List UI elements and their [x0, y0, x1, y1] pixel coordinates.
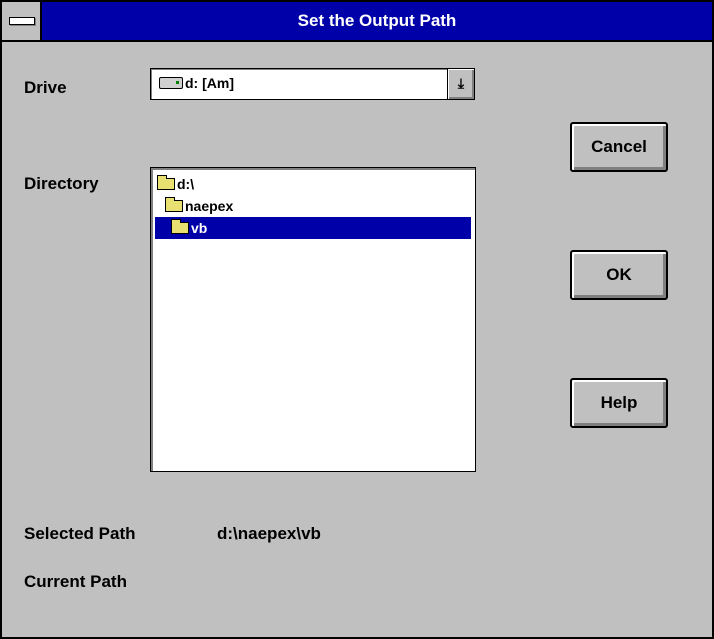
hard-drive-icon	[159, 77, 183, 89]
system-menu-icon	[9, 17, 35, 25]
drive-value-container: d: [Am]	[159, 75, 234, 91]
directory-item-naepex[interactable]: naepex	[165, 195, 471, 217]
arrow-down-icon: ⤓	[457, 75, 465, 91]
directory-item-label: vb	[191, 220, 208, 236]
current-path-label: Current Path	[24, 572, 127, 591]
drive-select[interactable]: d: [Am] ⤓	[150, 68, 475, 100]
drive-dropdown-button[interactable]: ⤓	[447, 69, 474, 99]
folder-open-icon	[157, 175, 175, 190]
drive-value: d: [Am]	[185, 75, 234, 91]
directory-list[interactable]: d:\ naepex vb	[150, 167, 476, 472]
dialog-title: Set the Output Path	[297, 11, 457, 30]
title-bar: Set the Output Path	[2, 2, 712, 42]
selected-path-label: Selected Path	[24, 524, 136, 543]
directory-item-label: naepex	[185, 198, 234, 214]
folder-open-icon	[171, 219, 189, 234]
folder-open-icon	[165, 197, 183, 212]
help-button[interactable]: Help	[570, 378, 668, 428]
drive-label: Drive	[24, 78, 67, 97]
directory-label: Directory	[24, 174, 99, 193]
selected-path-value: d:\naepex\vb	[217, 524, 321, 543]
directory-item-label: d:\	[177, 176, 195, 192]
system-menu-button[interactable]	[2, 2, 42, 40]
output-path-dialog: Set the Output Path Drive d: [Am] ⤓ Dire…	[0, 0, 714, 639]
ok-button[interactable]: OK	[570, 250, 668, 300]
directory-item-root[interactable]: d:\	[157, 173, 471, 195]
cancel-button[interactable]: Cancel	[570, 122, 668, 172]
directory-item-vb[interactable]: vb	[155, 217, 471, 239]
